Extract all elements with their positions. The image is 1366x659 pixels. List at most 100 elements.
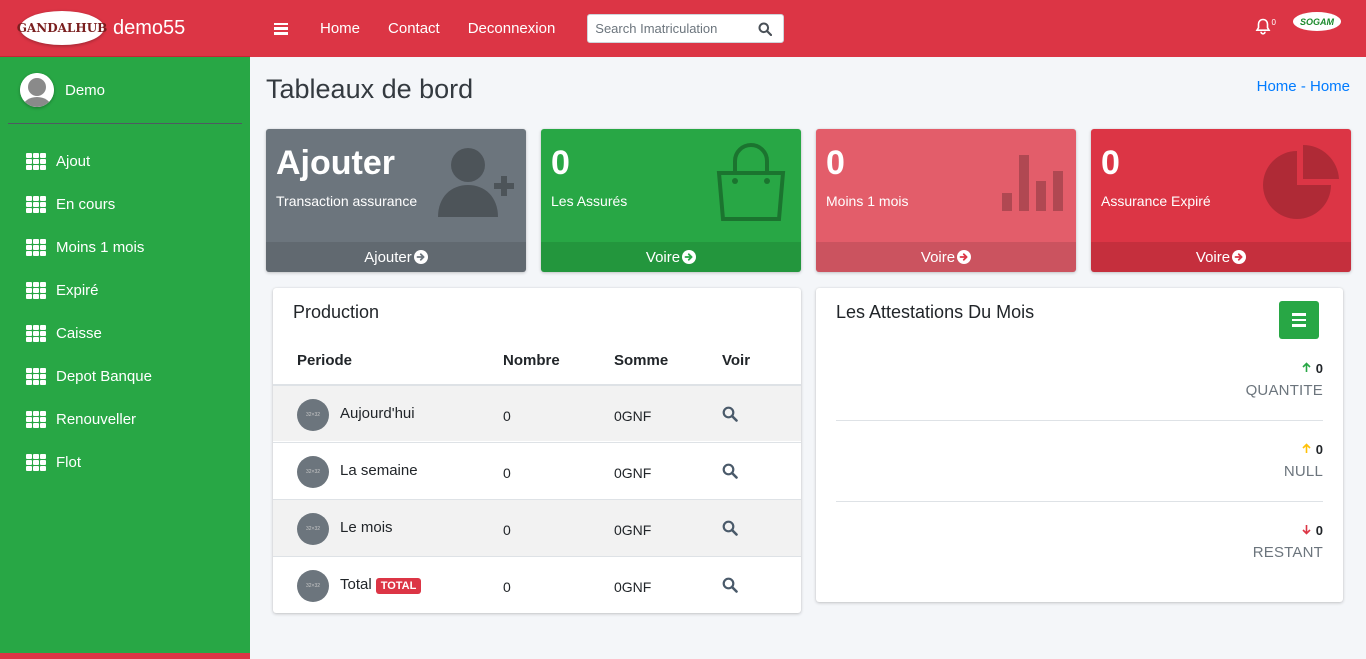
notification-count: 0: [1271, 18, 1276, 27]
stat-value: 0: [1315, 361, 1323, 376]
sidebar-item-label: En cours: [56, 196, 116, 213]
info-box-footer-link[interactable]: Voire: [1091, 242, 1351, 272]
sidebar-item-moins-1-mois[interactable]: Moins 1 mois: [0, 226, 250, 269]
nav-contact-link[interactable]: Contact: [388, 20, 440, 37]
shopping-bag-icon: [716, 143, 786, 221]
arrow-circle-right-icon: [957, 250, 972, 264]
menu-toggle-icon[interactable]: [274, 22, 288, 35]
nombre-value: 0: [503, 522, 511, 538]
period-label: Total: [340, 576, 372, 593]
view-search-icon[interactable]: [722, 463, 738, 482]
grid-icon: [26, 325, 46, 342]
column-header: Somme: [614, 352, 669, 369]
info-box-assures: 0 Les Assurés Voire: [541, 129, 801, 272]
sidebar-item-label: Moins 1 mois: [56, 239, 145, 256]
info-box-footer-label: Ajouter: [364, 248, 412, 266]
grid-icon: [26, 411, 46, 428]
user-panel[interactable]: Demo: [8, 57, 242, 124]
info-box-footer-label: Voire: [1195, 248, 1231, 266]
info-box-expire: 0 Assurance Expiré Voire: [1091, 129, 1351, 272]
brand-link[interactable]: GANDALHUB demo55: [0, 0, 250, 57]
divider: [836, 501, 1323, 502]
arrow-up-icon: [1302, 443, 1311, 453]
search-icon[interactable]: [753, 22, 777, 36]
user-plus-icon: [438, 148, 514, 217]
sidebar-item-en-cours[interactable]: En cours: [0, 183, 250, 226]
sidebar-item-flot[interactable]: Flot: [0, 441, 250, 484]
stat-restant: 0 RESTANT: [1253, 523, 1323, 561]
bar-chart-icon: [1002, 155, 1063, 211]
menu-button[interactable]: [1279, 301, 1319, 339]
attestations-card: Les Attestations Du Mois 0 QUANTITE 0 NU…: [816, 288, 1343, 602]
table-row: 32×32 Total TOTAL 0 0GNF: [273, 556, 801, 613]
breadcrumb: Home - Home: [1256, 78, 1350, 95]
info-box-moins-1-mois: 0 Moins 1 mois Voire: [816, 129, 1076, 272]
arrow-circle-right-icon: [413, 250, 428, 264]
notifications-button[interactable]: 0: [1255, 18, 1276, 35]
stat-value: 0: [1315, 523, 1323, 538]
period-label: Aujourd'hui: [340, 405, 415, 422]
sidebar-item-label: Expiré: [56, 282, 99, 299]
grid-icon: [26, 239, 46, 256]
view-search-icon[interactable]: [722, 577, 738, 596]
info-box-footer-label: Voire: [920, 248, 956, 266]
stat-quantite: 0 QUANTITE: [1246, 361, 1323, 399]
sidebar-item-caisse[interactable]: Caisse: [0, 312, 250, 355]
breadcrumb-home-link[interactable]: Home: [1257, 78, 1297, 95]
column-header: Periode: [297, 352, 353, 369]
sidebar-item-renouveller[interactable]: Renouveller: [0, 398, 250, 441]
grid-icon: [26, 196, 46, 213]
table-row: 32×32 La semaine 0 0GNF: [273, 442, 801, 499]
period-label: La semaine: [340, 462, 418, 479]
info-box-footer-link[interactable]: Voire: [816, 242, 1076, 272]
grid-icon: [26, 153, 46, 170]
grid-icon: [26, 282, 46, 299]
grid-icon: [26, 454, 46, 471]
breadcrumb-current[interactable]: Home: [1310, 78, 1350, 95]
brand-name: demo55: [113, 16, 186, 39]
period-thumbnail: 32×32: [297, 456, 329, 488]
user-avatar: [20, 73, 54, 107]
sidebar-item-depot-banque[interactable]: Depot Banque: [0, 355, 250, 398]
pie-chart-icon: [1263, 144, 1339, 219]
arrow-circle-right-icon: [1232, 250, 1247, 264]
info-box-footer-link[interactable]: Voire: [541, 242, 801, 272]
search-form: [587, 14, 785, 43]
stat-label: QUANTITE: [1245, 382, 1323, 399]
column-header: Voir: [722, 352, 751, 369]
period-thumbnail: 32×32: [297, 570, 329, 602]
page-title: Tableaux de bord: [266, 74, 474, 104]
nav-home-link[interactable]: Home: [320, 20, 360, 37]
nav-deconnexion-link[interactable]: Deconnexion: [468, 20, 556, 37]
sidebar-item-label: Renouveller: [56, 411, 137, 428]
somme-value: 0GNF: [614, 579, 652, 595]
somme-value: 0GNF: [614, 408, 652, 424]
stat-label: NULL: [1283, 463, 1323, 480]
card-title: Production: [293, 302, 380, 322]
grid-icon: [26, 368, 46, 385]
period-label-wrap: Total TOTAL: [340, 576, 422, 594]
sidebar: GANDALHUB demo55 Demo Ajout En cours Moi…: [0, 0, 250, 659]
card-title: Les Attestations Du Mois: [836, 302, 1035, 322]
view-search-icon[interactable]: [722, 406, 738, 425]
search-input[interactable]: [588, 21, 754, 36]
info-box-ajouter: Ajouter Transaction assurance Ajouter: [266, 129, 526, 272]
stat-label: RESTANT: [1252, 544, 1323, 561]
period-thumbnail: 32×32: [297, 513, 329, 545]
brand-logo: GANDALHUB: [17, 11, 107, 45]
period-thumbnail: 32×32: [297, 399, 329, 431]
period-label: Le mois: [340, 519, 393, 536]
sidebar-nav: Ajout En cours Moins 1 mois Expiré Caiss…: [0, 124, 250, 484]
stat-null: 0 NULL: [1284, 442, 1323, 480]
info-box-footer-link[interactable]: Ajouter: [266, 242, 526, 272]
sidebar-item-expire[interactable]: Expiré: [0, 269, 250, 312]
stat-value: 0: [1315, 442, 1323, 457]
somme-value: 0GNF: [614, 465, 652, 481]
sidebar-item-ajout[interactable]: Ajout: [0, 140, 250, 183]
sidebar-item-label: Caisse: [56, 325, 102, 342]
view-search-icon[interactable]: [722, 520, 738, 539]
user-name[interactable]: Demo: [65, 82, 105, 99]
top-navbar: Home Contact Deconnexion 0 SOGAM: [250, 0, 1366, 57]
nombre-value: 0: [503, 408, 511, 424]
sidebar-item-label: Flot: [56, 454, 82, 471]
